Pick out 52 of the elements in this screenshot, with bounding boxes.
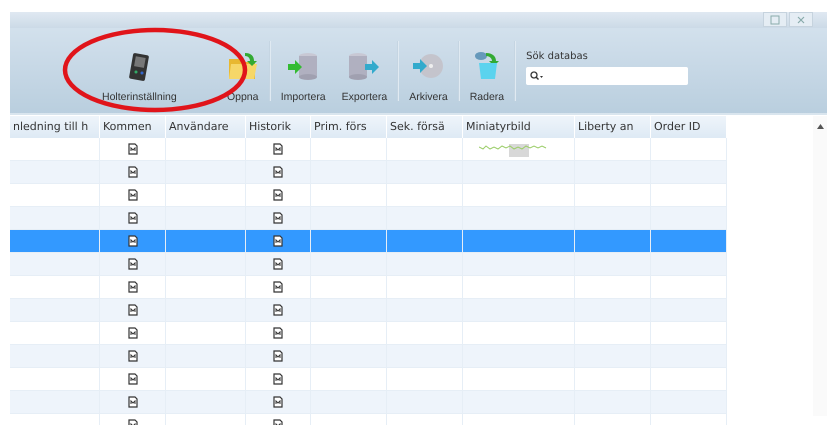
document-icon [128,235,138,247]
document-icon [273,327,283,339]
document-icon [128,143,138,155]
close-button[interactable] [789,12,813,27]
handheld-device-icon [128,52,150,80]
toolbar-button[interactable]: Radera [462,38,512,102]
document-icon [273,258,283,270]
search-field[interactable] [526,66,688,84]
document-icon [128,281,138,293]
document-icon [273,304,283,316]
database-export-icon [347,50,382,80]
table-row[interactable] [10,184,727,207]
document-icon [128,373,138,385]
search-icon [530,70,544,80]
toolbar-button[interactable]: Exportera [334,38,396,102]
document-icon [128,304,138,316]
table-row[interactable] [10,230,727,253]
table-row[interactable] [10,368,727,391]
toolbar-button[interactable]: Arkivera [401,38,456,102]
document-icon [273,235,283,247]
table-row[interactable] [10,276,727,299]
maximize-button[interactable] [763,12,787,27]
document-icon [273,281,283,293]
document-icon [273,350,283,362]
document-icon [128,258,138,270]
table-row[interactable] [10,161,727,184]
document-icon [128,350,138,362]
document-icon [273,143,283,155]
document-icon [128,212,138,224]
document-icon [273,166,283,178]
table-row[interactable] [10,138,727,161]
table-row[interactable] [10,253,727,276]
search-label: Sök databas [526,50,589,62]
document-icon [128,166,138,178]
scroll-up-icon [816,124,824,129]
document-icon [273,189,283,201]
document-icon [128,396,138,408]
maximize-icon [770,14,780,24]
document-icon [273,396,283,408]
vertical-scrollbar[interactable] [813,116,827,416]
table-row[interactable] [10,207,727,230]
document-icon [128,327,138,339]
table-row[interactable] [10,299,727,322]
table-row[interactable] [10,345,727,368]
folder-icon [226,50,259,80]
table-row[interactable] [10,391,727,414]
document-icon [273,212,283,224]
table-row[interactable] [10,322,727,345]
document-icon [128,189,138,201]
close-icon [796,14,806,24]
toolbar-button[interactable]: Importera [272,38,334,102]
document-icon [273,373,283,385]
